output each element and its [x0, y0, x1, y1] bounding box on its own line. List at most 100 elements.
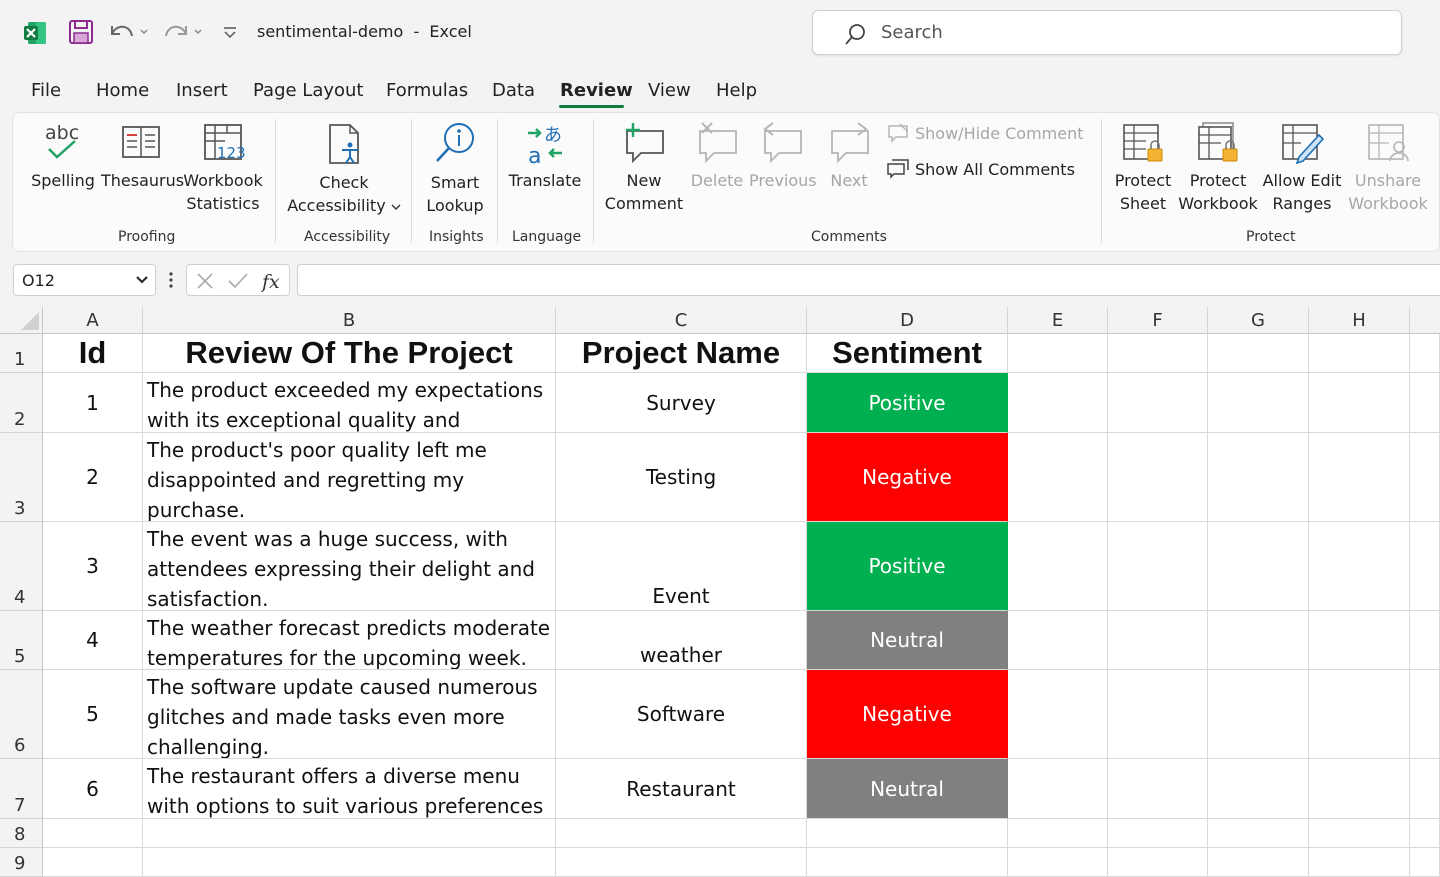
row-header-5[interactable]: 5 [0, 611, 43, 670]
formula-input[interactable] [297, 264, 1440, 296]
column-header-f[interactable]: F [1108, 307, 1208, 334]
column-header-next[interactable] [1410, 307, 1440, 334]
empty-cell[interactable] [1309, 433, 1410, 522]
cell-review[interactable]: The restaurant offers a diverse menu wit… [143, 759, 556, 819]
empty-cell[interactable] [1208, 670, 1309, 759]
empty-cell[interactable] [1410, 433, 1440, 522]
more-options-icon[interactable] [168, 270, 174, 290]
empty-cell[interactable] [1208, 433, 1309, 522]
empty-cell[interactable] [1410, 819, 1440, 848]
search-box[interactable]: Search [812, 10, 1402, 55]
select-all-corner[interactable] [0, 307, 43, 334]
cell-project-name[interactable]: Restaurant [556, 759, 807, 819]
empty-cell[interactable] [1410, 670, 1440, 759]
column-header-h[interactable]: H [1309, 307, 1410, 334]
empty-cell[interactable] [43, 819, 143, 848]
row-header-6[interactable]: 6 [0, 670, 43, 759]
allow-edit-ranges-button[interactable]: Allow Edit Ranges [1259, 121, 1345, 215]
cell-id[interactable]: 5 [43, 670, 143, 759]
empty-cell[interactable] [1108, 819, 1208, 848]
empty-cell[interactable] [1410, 759, 1440, 819]
empty-cell[interactable] [1208, 819, 1309, 848]
row-header-2[interactable]: 2 [0, 373, 43, 433]
row-header-4[interactable]: 4 [0, 522, 43, 611]
header-review[interactable]: Review Of The Project [143, 334, 556, 373]
empty-cell[interactable] [1208, 611, 1309, 670]
cell-id[interactable]: 4 [43, 611, 143, 670]
cell-review[interactable]: The weather forecast predicts moderate t… [143, 611, 556, 670]
cell-sentiment[interactable]: Positive [807, 373, 1008, 433]
check-accessibility-button[interactable]: Check Accessibility [285, 121, 403, 217]
cell-review[interactable]: The software update caused numerous glit… [143, 670, 556, 759]
cell-review[interactable]: The product exceeded my expectations wit… [143, 373, 556, 433]
empty-cell[interactable] [807, 819, 1008, 848]
tab-insert[interactable]: Insert [176, 80, 228, 101]
empty-cell[interactable] [1108, 334, 1208, 373]
tab-help[interactable]: Help [716, 80, 757, 101]
cell-project-name[interactable]: Software [556, 670, 807, 759]
empty-cell[interactable] [1108, 670, 1208, 759]
cell-sentiment[interactable]: Positive [807, 522, 1008, 611]
empty-cell[interactable] [1309, 373, 1410, 433]
empty-cell[interactable] [1008, 373, 1108, 433]
spelling-button[interactable]: abc Spelling [29, 121, 97, 192]
column-header-c[interactable]: C [556, 307, 807, 334]
tab-page-layout[interactable]: Page Layout [253, 80, 364, 101]
row-header-9[interactable]: 9 [0, 848, 43, 877]
cell-id[interactable]: 6 [43, 759, 143, 819]
empty-cell[interactable] [1208, 848, 1309, 877]
empty-cell[interactable] [1008, 433, 1108, 522]
thesaurus-button[interactable]: Thesaurus [101, 121, 184, 192]
row-header-3[interactable]: 3 [0, 433, 43, 522]
delete-comment-button[interactable]: Delete [687, 121, 747, 192]
empty-cell[interactable] [1309, 522, 1410, 611]
empty-cell[interactable] [1410, 848, 1440, 877]
empty-cell[interactable] [1309, 848, 1410, 877]
cell-sentiment[interactable]: Neutral [807, 611, 1008, 670]
empty-cell[interactable] [1309, 819, 1410, 848]
empty-cell[interactable] [1410, 611, 1440, 670]
redo-icon[interactable] [160, 18, 204, 46]
cell-sentiment[interactable]: Negative [807, 433, 1008, 522]
column-header-a[interactable]: A [43, 307, 143, 334]
empty-cell[interactable] [1008, 819, 1108, 848]
insert-function-icon[interactable]: fx [261, 269, 285, 293]
column-header-e[interactable]: E [1008, 307, 1108, 334]
empty-cell[interactable] [807, 848, 1008, 877]
empty-cell[interactable] [1309, 334, 1410, 373]
empty-cell[interactable] [1108, 522, 1208, 611]
empty-cell[interactable] [1309, 670, 1410, 759]
cell-project-name[interactable]: Survey [556, 373, 807, 433]
new-comment-button[interactable]: New Comment [603, 121, 685, 215]
cell-project-name[interactable]: Event [556, 522, 807, 611]
smart-lookup-button[interactable]: Smart Lookup [417, 121, 493, 217]
previous-comment-button[interactable]: Previous [749, 121, 817, 192]
unshare-workbook-button[interactable]: Unshare Workbook [1347, 121, 1429, 215]
tab-formulas[interactable]: Formulas [386, 80, 468, 101]
empty-cell[interactable] [1208, 522, 1309, 611]
cell-id[interactable]: 3 [43, 522, 143, 611]
show-hide-comment-button[interactable]: Show/Hide Comment [887, 123, 1087, 147]
tab-file[interactable]: File [31, 80, 61, 101]
empty-cell[interactable] [1208, 373, 1309, 433]
empty-cell[interactable] [1008, 670, 1108, 759]
save-icon[interactable] [68, 18, 94, 46]
empty-cell[interactable] [1108, 611, 1208, 670]
name-box[interactable]: O12 [13, 264, 156, 296]
empty-cell[interactable] [1108, 848, 1208, 877]
row-header-7[interactable]: 7 [0, 759, 43, 819]
empty-cell[interactable] [1108, 433, 1208, 522]
cell-id[interactable]: 1 [43, 373, 143, 433]
empty-cell[interactable] [143, 819, 556, 848]
empty-cell[interactable] [143, 848, 556, 877]
protect-sheet-button[interactable]: Protect Sheet [1109, 121, 1177, 215]
empty-cell[interactable] [1410, 334, 1440, 373]
empty-cell[interactable] [1008, 611, 1108, 670]
cell-id[interactable]: 2 [43, 433, 143, 522]
empty-cell[interactable] [1410, 522, 1440, 611]
empty-cell[interactable] [1008, 334, 1108, 373]
column-header-g[interactable]: G [1208, 307, 1309, 334]
cell-review[interactable]: The product's poor quality left me disap… [143, 433, 556, 522]
empty-cell[interactable] [1008, 848, 1108, 877]
translate-button[interactable]: a あ Translate [505, 121, 585, 192]
